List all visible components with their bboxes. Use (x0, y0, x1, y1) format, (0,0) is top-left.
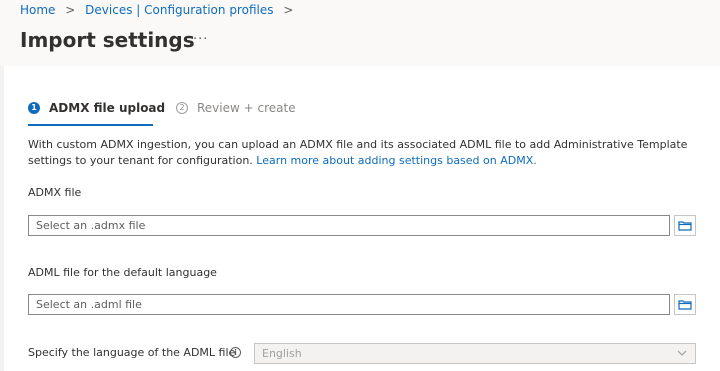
adml-file-label: ADML file for the default language (28, 266, 217, 279)
breadcrumb: Home > Devices | Configuration profiles … (20, 2, 299, 18)
step-label: ADMX file upload (49, 101, 166, 115)
breadcrumb-configuration-profiles[interactable]: Devices | Configuration profiles (85, 3, 273, 17)
admx-file-input[interactable]: Select an .admx file (28, 215, 670, 236)
step-label: Review + create (197, 101, 296, 115)
active-step-indicator (28, 124, 153, 126)
step-number: 2 (176, 102, 188, 114)
breadcrumb-separator: > (283, 3, 294, 17)
more-options-button[interactable]: ... (193, 28, 208, 43)
adml-file-input[interactable]: Select an .adml file (28, 294, 670, 315)
step-number: 1 (28, 102, 40, 114)
breadcrumb-separator: > (65, 3, 76, 17)
step-admx-file-upload[interactable]: 1 ADMX file upload (28, 101, 165, 115)
learn-more-link[interactable]: Learn more about adding settings based o… (256, 154, 536, 167)
adml-browse-button[interactable] (674, 294, 696, 315)
language-value: English (262, 347, 302, 360)
chevron-down-icon (677, 350, 687, 356)
admx-file-label: ADMX file (28, 186, 82, 199)
breadcrumb-home[interactable]: Home (20, 3, 55, 17)
page-title: Import settings (20, 28, 195, 52)
language-dropdown[interactable]: English (254, 343, 696, 364)
info-icon[interactable]: i (230, 347, 241, 358)
folder-icon (678, 221, 692, 231)
admx-browse-button[interactable] (674, 215, 696, 236)
language-label: Specify the language of the ADML file (28, 346, 236, 359)
folder-icon (678, 300, 692, 310)
description: With custom ADMX ingestion, you can uplo… (28, 137, 708, 169)
step-review-create[interactable]: 2 Review + create (176, 101, 296, 115)
